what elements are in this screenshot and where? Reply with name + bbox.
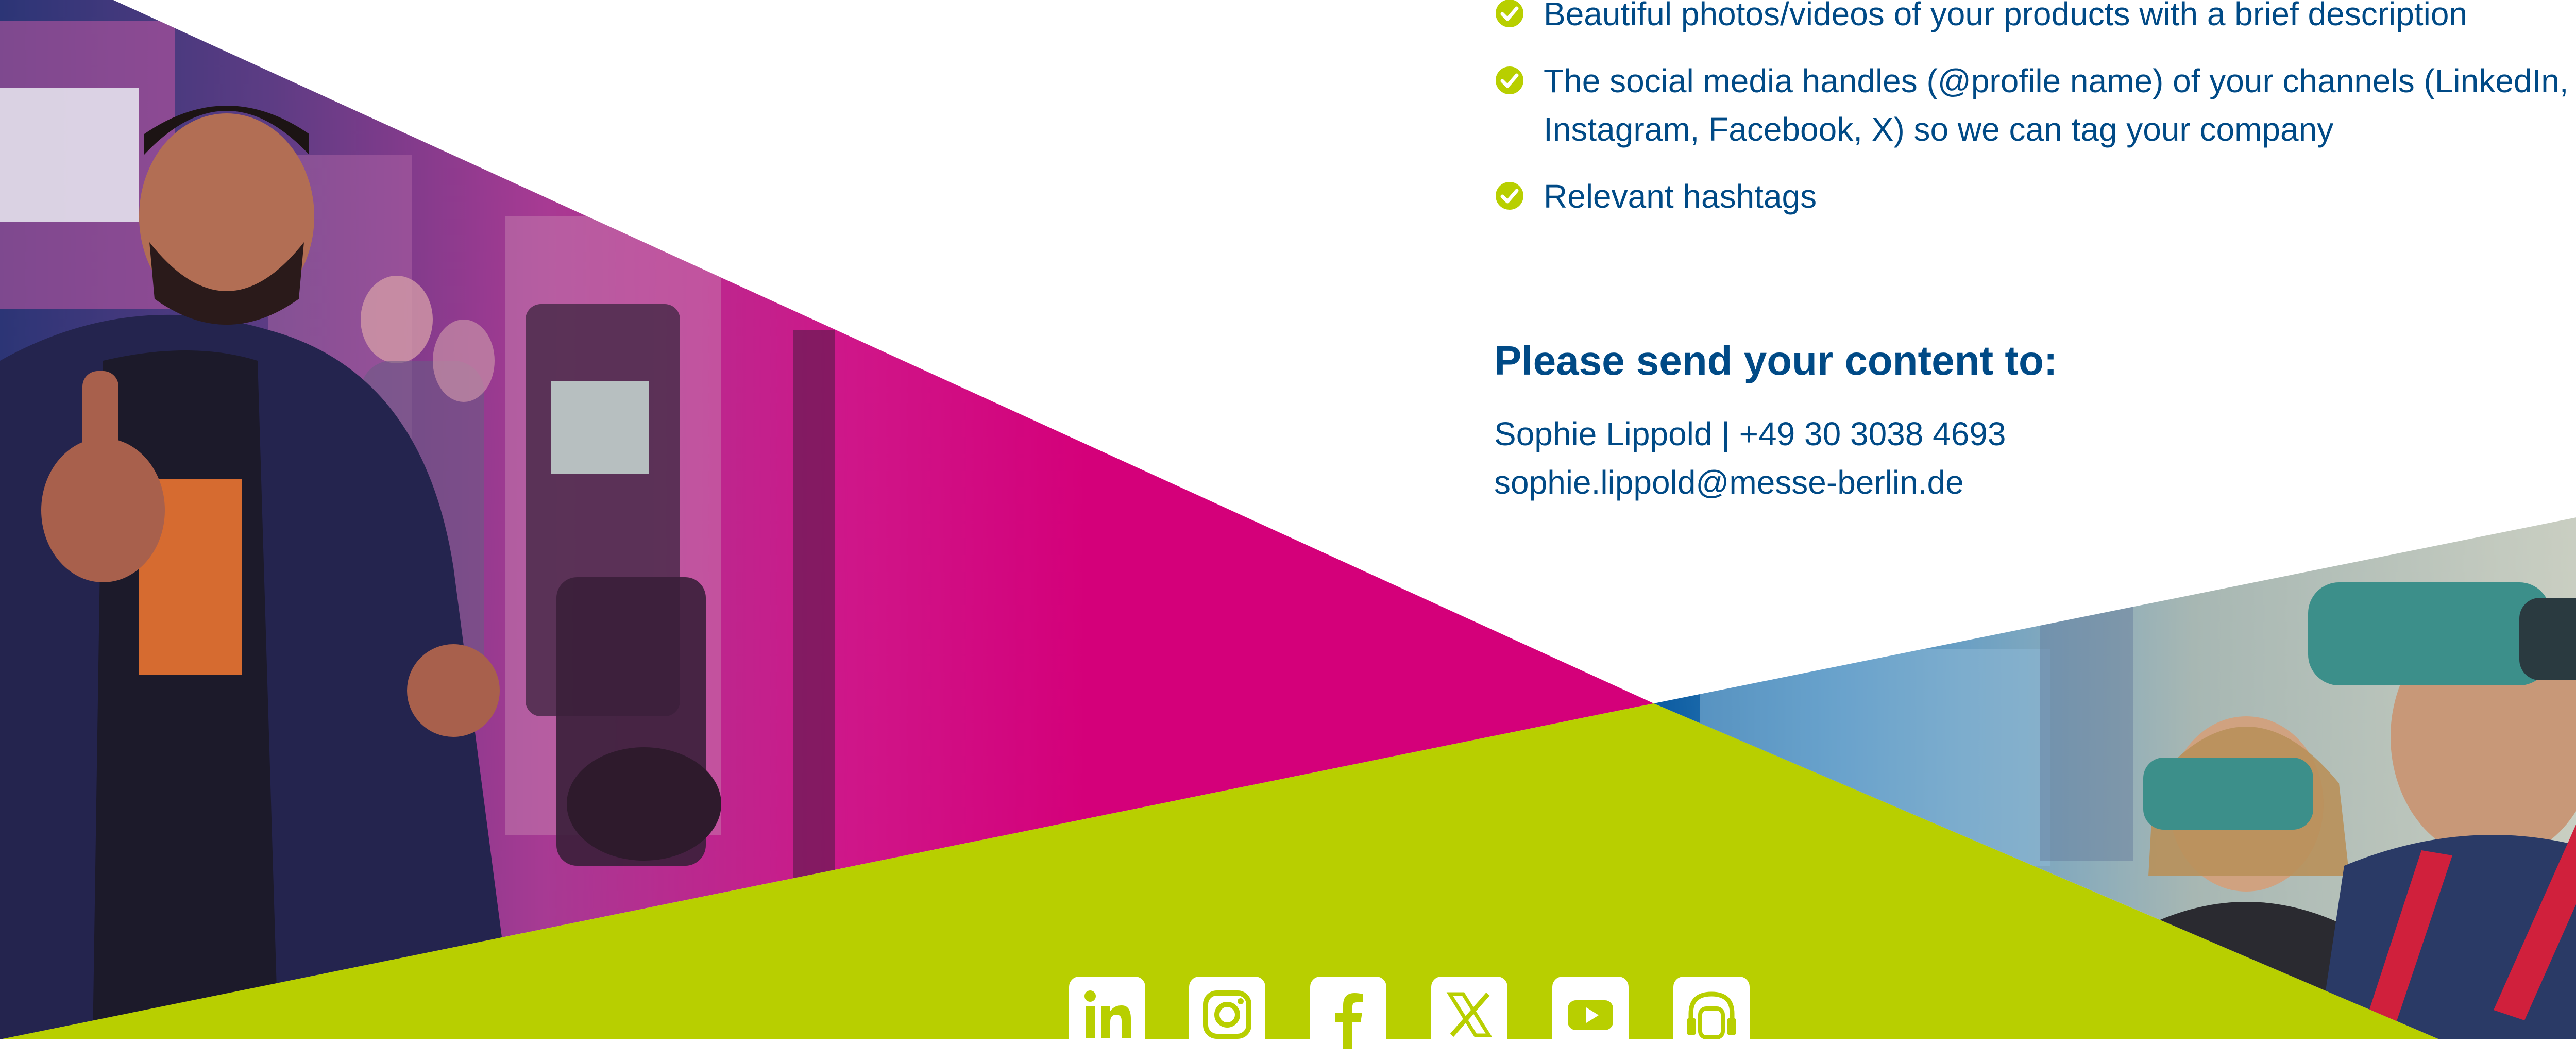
instagram-icon[interactable] — [1189, 977, 1265, 1053]
list-item-text: Relevant hashtags — [1544, 178, 1817, 215]
contact-name-phone: Sophie Lippold | +49 30 3038 4693 — [1494, 415, 2006, 452]
podcast-icon[interactable] — [1673, 977, 1750, 1053]
send-content-heading: Please send your content to: — [1494, 338, 2058, 383]
list-item-text: Beautiful photos/videos of your products… — [1544, 0, 2467, 32]
linkedin-icon[interactable] — [1069, 977, 1145, 1053]
check-circle-icon — [1496, 66, 1523, 94]
list-item: The social media handles (@profile name)… — [1494, 57, 2576, 154]
requirements-list: Beautiful photos/videos of your products… — [1494, 0, 2576, 239]
list-item: Beautiful photos/videos of your products… — [1494, 0, 2576, 38]
kemp-sign — [0, 88, 139, 222]
list-item: Relevant hashtags — [1494, 172, 2576, 221]
list-item-text: The social media handles (@profile name)… — [1544, 62, 2569, 148]
contact-email-link[interactable]: sophie.lippold@messe-berlin.de — [1494, 458, 1964, 507]
check-circle-icon — [1496, 0, 1523, 27]
facebook-icon[interactable] — [1310, 977, 1386, 1053]
x-icon[interactable] — [1431, 977, 1507, 1053]
youtube-icon[interactable] — [1552, 977, 1629, 1053]
social-icons-row — [0, 977, 2576, 1059]
check-circle-icon — [1496, 182, 1523, 210]
